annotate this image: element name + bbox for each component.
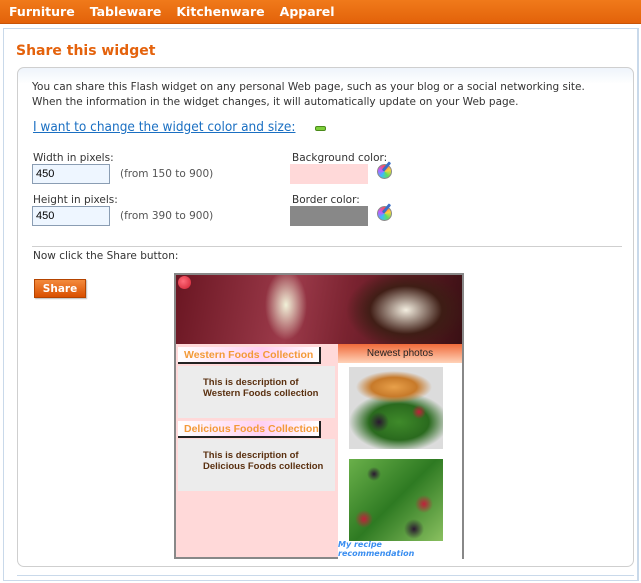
page-title: Share this widget — [16, 43, 156, 59]
collection-description: This is description of Western Foods col… — [178, 366, 335, 418]
divider — [32, 246, 622, 247]
widget-preview: Western Foods Collection This is descrip… — [174, 273, 464, 559]
height-label: Height in pixels: — [33, 194, 118, 206]
change-color-size-link[interactable]: I want to change the widget color and si… — [33, 119, 295, 135]
intro-line-2: When the information in the widget chang… — [32, 96, 519, 108]
width-input[interactable] — [32, 164, 110, 184]
content-area: Share this widget You can share this Fla… — [3, 28, 639, 581]
collection-title[interactable]: Western Foods Collection — [178, 347, 321, 364]
background-color-swatch[interactable] — [290, 164, 368, 184]
minus-icon[interactable] — [315, 126, 326, 131]
photo-thumbnail[interactable] — [349, 459, 443, 541]
share-panel: You can share this Flash widget on any p… — [17, 67, 634, 567]
newest-photos-column: Newest photos My recipe recommendation — [338, 344, 462, 559]
bottom-divider — [17, 575, 634, 576]
top-nav: Furniture Tableware Kitchenware Apparel — [0, 0, 641, 24]
share-instruction: Now click the Share button: — [33, 250, 179, 262]
background-color-label: Background color: — [292, 152, 388, 164]
height-input[interactable] — [32, 206, 110, 226]
intro-line-1: You can share this Flash widget on any p… — [32, 81, 585, 93]
collection-description: This is description of Delicious Foods c… — [178, 439, 335, 491]
color-picker-icon[interactable] — [377, 206, 392, 221]
pin-icon — [178, 276, 191, 289]
color-picker-icon[interactable] — [377, 164, 392, 179]
banner-image — [176, 275, 462, 344]
collections-column: Western Foods Collection This is descrip… — [176, 344, 338, 559]
recipe-recommendation-link[interactable]: My recipe recommendation — [338, 540, 461, 558]
width-hint: (from 150 to 900) — [120, 168, 214, 180]
newest-photos-title: Newest photos — [338, 344, 462, 363]
nav-item-tableware[interactable]: Tableware — [90, 4, 162, 19]
height-hint: (from 390 to 900) — [120, 210, 214, 222]
border-color-swatch[interactable] — [290, 206, 368, 226]
nav-item-apparel[interactable]: Apparel — [280, 4, 335, 19]
width-label: Width in pixels: — [33, 152, 114, 164]
photo-thumbnail[interactable] — [349, 367, 443, 449]
share-button[interactable]: Share — [34, 279, 86, 298]
nav-item-kitchenware[interactable]: Kitchenware — [176, 4, 264, 19]
border-color-label: Border color: — [292, 194, 360, 206]
collection-title[interactable]: Delicious Foods Collection — [178, 421, 321, 438]
nav-item-furniture[interactable]: Furniture — [9, 4, 75, 19]
intro-text: You can share this Flash widget on any p… — [32, 80, 632, 110]
